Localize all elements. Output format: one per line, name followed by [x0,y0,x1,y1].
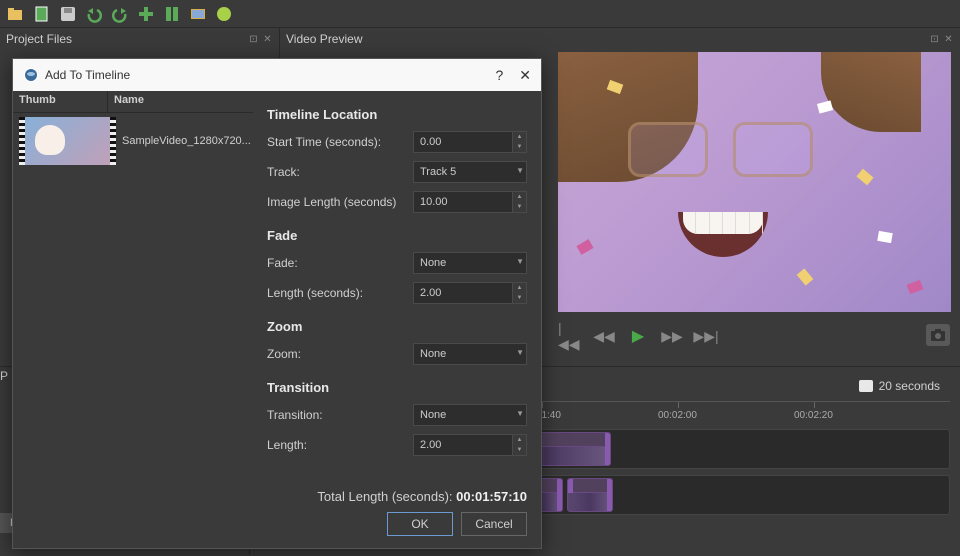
section-transition: Transition [267,380,527,395]
fade-length-label: Length (seconds): [267,286,413,300]
zoom-indicator: 20 seconds [859,379,940,393]
zoom-indicator-label: 20 seconds [879,379,940,393]
spin-up-icon[interactable]: ▲ [513,192,526,202]
ruler-tick: 00:02:20 [814,402,950,425]
split-icon[interactable] [162,4,182,24]
app-icon [23,67,39,83]
cancel-button[interactable]: Cancel [461,512,527,536]
help-icon[interactable]: ? [495,67,503,84]
track-select[interactable]: Track 5▼ [413,161,527,183]
file-thumbnail [19,117,116,165]
save-icon[interactable] [58,4,78,24]
spin-down-icon[interactable]: ▼ [513,202,526,212]
file-item-name: SampleVideo_1280x720... [122,135,251,147]
tab-p[interactable]: P [0,369,8,383]
spin-up-icon[interactable]: ▲ [513,132,526,142]
marker-icon[interactable] [188,4,208,24]
transition-label: Transition: [267,408,413,422]
dialog-titlebar[interactable]: Add To Timeline ? ✕ [13,59,541,91]
section-timeline-location: Timeline Location [267,107,527,122]
image-length-label: Image Length (seconds) [267,195,413,209]
file-item[interactable]: SampleVideo_1280x720... [13,113,253,169]
image-length-input[interactable]: 10.00▲▼ [413,191,527,213]
track-label: Track: [267,165,413,179]
fade-select[interactable]: None▼ [413,252,527,274]
record-icon[interactable] [214,4,234,24]
start-time-label: Start Time (seconds): [267,135,413,149]
column-thumb[interactable]: Thumb [13,91,108,112]
spin-up-icon[interactable]: ▲ [513,283,526,293]
skip-start-icon[interactable]: |◀◀ [558,324,582,348]
main-toolbar [0,0,960,28]
video-preview-header: Video Preview ⊡ ✕ [280,28,960,50]
transition-length-label: Length: [267,438,413,452]
play-icon[interactable]: ▶ [626,324,650,348]
skip-end-icon[interactable]: ▶▶| [694,324,718,348]
rewind-icon[interactable]: ◀◀ [592,324,616,348]
spin-down-icon[interactable]: ▼ [513,293,526,303]
project-files-header: Project Files ⊡ ✕ [0,28,279,50]
spin-up-icon[interactable]: ▲ [513,435,526,445]
chevron-down-icon[interactable]: ▼ [516,257,524,266]
zoom-select[interactable]: None▼ [413,343,527,365]
forward-icon[interactable]: ▶▶ [660,324,684,348]
section-fade: Fade [267,228,527,243]
redo-icon[interactable] [110,4,130,24]
total-length-value: 00:01:57:10 [456,489,527,504]
panel-close-icon[interactable]: ✕ [262,34,273,45]
panel-undock-icon[interactable]: ⊡ [248,34,259,45]
chevron-down-icon[interactable]: ▼ [516,348,524,357]
fade-label: Fade: [267,256,413,270]
add-icon[interactable] [136,4,156,24]
zoom-scale-icon [859,380,873,392]
video-preview-title: Video Preview [286,32,363,46]
open-file-icon[interactable] [6,4,26,24]
chevron-down-icon[interactable]: ▼ [516,409,524,418]
chevron-down-icon[interactable]: ▼ [516,166,524,175]
preview-frame [558,52,951,312]
playback-controls: |◀◀ ◀◀ ▶ ▶▶ ▶▶| [558,324,718,348]
project-files-title: Project Files [6,32,72,46]
close-icon[interactable]: ✕ [519,67,531,84]
panel-close-icon[interactable]: ✕ [943,34,954,45]
timeline-clip[interactable] [567,478,613,512]
total-length-label: Total Length (seconds): [317,489,452,504]
undo-icon[interactable] [84,4,104,24]
spin-down-icon[interactable]: ▼ [513,142,526,152]
spin-down-icon[interactable]: ▼ [513,445,526,455]
add-to-timeline-dialog: Add To Timeline ? ✕ Thumb Name SampleVid… [12,58,542,549]
total-length-row: Total Length (seconds): 00:01:57:10 [13,475,541,512]
transition-length-input[interactable]: 2.00▲▼ [413,434,527,456]
fade-length-input[interactable]: 2.00▲▼ [413,282,527,304]
section-zoom: Zoom [267,319,527,334]
zoom-label: Zoom: [267,347,413,361]
column-name[interactable]: Name [108,91,150,112]
panel-undock-icon[interactable]: ⊡ [929,34,940,45]
dialog-title: Add To Timeline [45,68,130,82]
snapshot-button[interactable] [926,324,950,346]
transition-select[interactable]: None▼ [413,404,527,426]
start-time-input[interactable]: 0.00▲▼ [413,131,527,153]
new-file-icon[interactable] [32,4,52,24]
ok-button[interactable]: OK [387,512,453,536]
